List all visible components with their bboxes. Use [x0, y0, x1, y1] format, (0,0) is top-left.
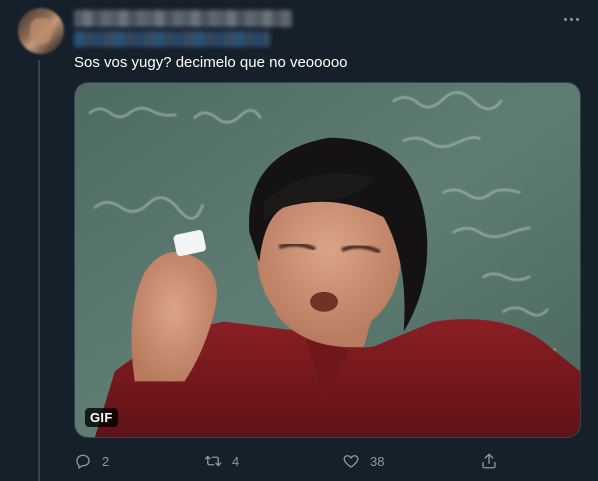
tweet-media-gif[interactable]: GIF: [74, 82, 581, 438]
retweet-icon: [204, 455, 222, 467]
reply-count: 2: [102, 453, 110, 469]
like-count: 38: [370, 453, 385, 469]
share-button[interactable]: [480, 450, 498, 472]
reply-icon: [76, 454, 90, 469]
tweet-text: Sos vos yugy? decimelo que no veooooo: [74, 54, 348, 71]
like-button[interactable]: 38: [342, 450, 384, 472]
reply-button[interactable]: 2: [74, 450, 109, 472]
share-icon: [482, 453, 496, 469]
retweet-button[interactable]: 4: [204, 450, 239, 472]
heart-icon: [343, 455, 359, 468]
author-handle-redacted[interactable]: [74, 31, 270, 47]
retweet-count: 4: [232, 453, 240, 469]
tweet[interactable]: Sos vos yugy? decimelo que no veooooo GI…: [0, 0, 598, 481]
tweet-actions: 2 4 38: [74, 450, 514, 472]
author-name-redacted[interactable]: [74, 10, 292, 27]
more-options-icon[interactable]: [560, 12, 582, 26]
thread-line: [38, 60, 40, 481]
gif-preview-image: [75, 83, 580, 437]
gif-badge: GIF: [85, 408, 118, 427]
avatar[interactable]: [18, 8, 64, 54]
